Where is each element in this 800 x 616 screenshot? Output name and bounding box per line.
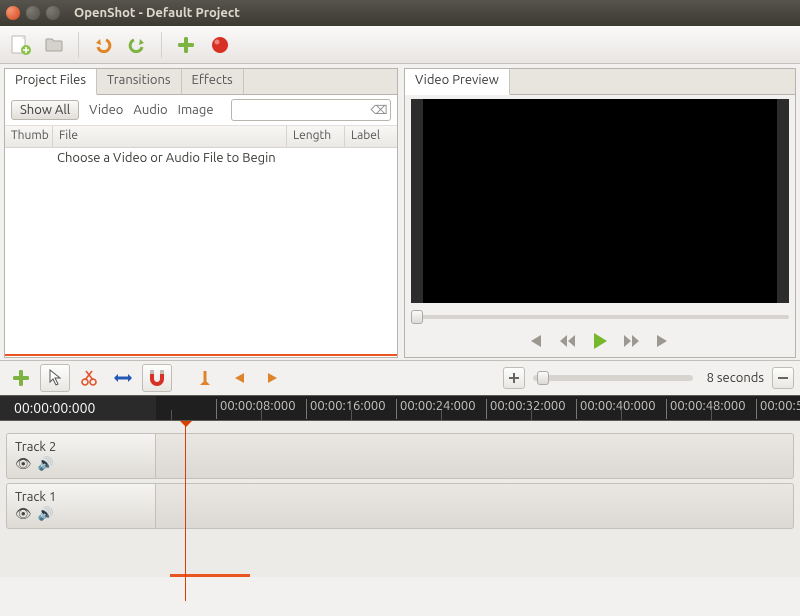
timeline-scroll-indicator [170, 574, 250, 577]
tab-video-preview[interactable]: Video Preview [405, 69, 510, 95]
ruler-tick: 00:00:24:000 [396, 399, 476, 419]
preview-body [405, 95, 795, 357]
header-thumb[interactable]: Thumb [5, 126, 53, 147]
filter-image[interactable]: Image [178, 103, 214, 117]
ruler-tick: 00:00:32:000 [486, 399, 566, 419]
track-body[interactable] [156, 483, 794, 529]
window-title: OpenShot - Default Project [74, 6, 240, 20]
add-marker-button[interactable] [190, 364, 220, 392]
prev-marker-button[interactable] [224, 364, 254, 392]
track-row: Track 2 👁 🔊 [6, 433, 794, 479]
header-file[interactable]: File [53, 126, 287, 147]
track-name: Track 2 [15, 440, 147, 454]
tab-project-files[interactable]: Project Files [5, 69, 97, 95]
add-track-button[interactable] [6, 364, 36, 392]
razor-tool-button[interactable] [74, 364, 104, 392]
skip-end-button[interactable] [655, 333, 673, 349]
timeline-toolbar: 8 seconds [0, 361, 800, 395]
ruler-ticks: 00:00:08:000 00:00:16:000 00:00:24:000 00:0… [156, 396, 800, 420]
left-tabs: Project Files Transitions Effects [5, 69, 397, 95]
open-file-button[interactable] [40, 31, 68, 59]
tab-transitions[interactable]: Transitions [97, 69, 182, 94]
video-letterbox-right [777, 99, 789, 303]
clear-filter-icon[interactable]: ⌫ [371, 102, 387, 118]
tracks-area: Track 2 👁 🔊 Track 1 👁 🔊 [0, 421, 800, 577]
filter-row: Show All Video Audio Image ⌫ [5, 95, 397, 126]
resize-tool-button[interactable] [108, 364, 138, 392]
window-close-button[interactable] [6, 6, 20, 20]
window-minimize-button[interactable] [26, 6, 40, 20]
window-maximize-button[interactable] [46, 6, 60, 20]
zoom-slider[interactable] [533, 375, 693, 381]
filter-video[interactable]: Video [89, 103, 123, 117]
track-row: Track 1 👁 🔊 [6, 483, 794, 529]
video-letterbox-left [411, 99, 423, 303]
zoom-in-button[interactable] [503, 367, 525, 389]
track-header[interactable]: Track 1 👁 🔊 [6, 483, 156, 529]
header-length[interactable]: Length [287, 126, 345, 147]
video-frame[interactable] [423, 99, 777, 303]
eye-icon[interactable]: 👁 [15, 457, 32, 472]
rewind-button[interactable] [559, 333, 577, 349]
video-scrubber[interactable] [411, 307, 789, 327]
show-all-button[interactable]: Show All [11, 100, 79, 120]
main-toolbar [0, 26, 800, 64]
new-file-button[interactable] [6, 31, 34, 59]
preview-tabs: Video Preview [405, 69, 795, 95]
ruler-tick-minor [441, 410, 445, 421]
right-panel: Video Preview [404, 68, 796, 358]
toolbar-separator [78, 32, 79, 58]
timeline-ruler[interactable]: 00:00:00:000 00:00:08:00000:00:16:00000:… [0, 395, 800, 421]
panel-accent-bar [5, 354, 397, 356]
record-button[interactable] [206, 31, 234, 59]
video-frame-wrap [411, 99, 789, 303]
ruler-tick-minor [711, 410, 715, 421]
ruler-tick: 00:00:16:000 [306, 399, 386, 419]
zoom-label: 8 seconds [707, 371, 764, 385]
eye-icon[interactable]: 👁 [15, 507, 32, 522]
ruler-tick-minor [351, 410, 355, 421]
ruler-tick: 00:00:48:000 [666, 399, 746, 419]
forward-button[interactable] [623, 333, 641, 349]
filter-audio[interactable]: Audio [133, 103, 167, 117]
current-timecode: 00:00:00:000 [0, 396, 156, 420]
speaker-icon[interactable]: 🔊 [38, 507, 54, 522]
main-area: Project Files Transitions Effects Show A… [0, 64, 800, 358]
ruler-tick: 00:00:56:000 [756, 399, 800, 419]
tab-effects[interactable]: Effects [182, 69, 244, 94]
left-panel: Project Files Transitions Effects Show A… [4, 68, 398, 358]
speaker-icon[interactable]: 🔊 [38, 457, 54, 472]
skip-start-button[interactable] [527, 333, 545, 349]
ruler-tick-minor [621, 410, 625, 421]
header-label[interactable]: Label [345, 126, 397, 147]
scrub-thumb[interactable] [411, 310, 423, 324]
undo-button[interactable] [89, 31, 117, 59]
window-titlebar: OpenShot - Default Project [0, 0, 800, 26]
track-body[interactable] [156, 433, 794, 479]
ruler-tick-minor [261, 410, 265, 421]
filter-input[interactable] [231, 99, 391, 121]
snap-tool-button[interactable] [142, 364, 172, 392]
play-button[interactable] [591, 332, 609, 350]
ruler-tick-minor [171, 410, 175, 421]
empty-file-hint: Choose a Video or Audio File to Begin [5, 148, 397, 168]
ruler-tick: 00:00:40:000 [576, 399, 656, 419]
selection-tool-button[interactable] [40, 364, 70, 392]
file-list-body[interactable]: Choose a Video or Audio File to Begin [5, 148, 397, 357]
file-list-headers: Thumb File Length Label [5, 126, 397, 148]
next-marker-button[interactable] [258, 364, 288, 392]
add-button[interactable] [172, 31, 200, 59]
track-header[interactable]: Track 2 👁 🔊 [6, 433, 156, 479]
redo-button[interactable] [123, 31, 151, 59]
zoom-out-button[interactable] [772, 367, 794, 389]
ruler-tick-minor [531, 410, 535, 421]
toolbar-separator [161, 32, 162, 58]
zoom-slider-thumb[interactable] [537, 371, 549, 385]
track-name: Track 1 [15, 490, 147, 504]
ruler-tick: 00:00:08:000 [216, 399, 296, 419]
transport-controls [411, 327, 789, 355]
